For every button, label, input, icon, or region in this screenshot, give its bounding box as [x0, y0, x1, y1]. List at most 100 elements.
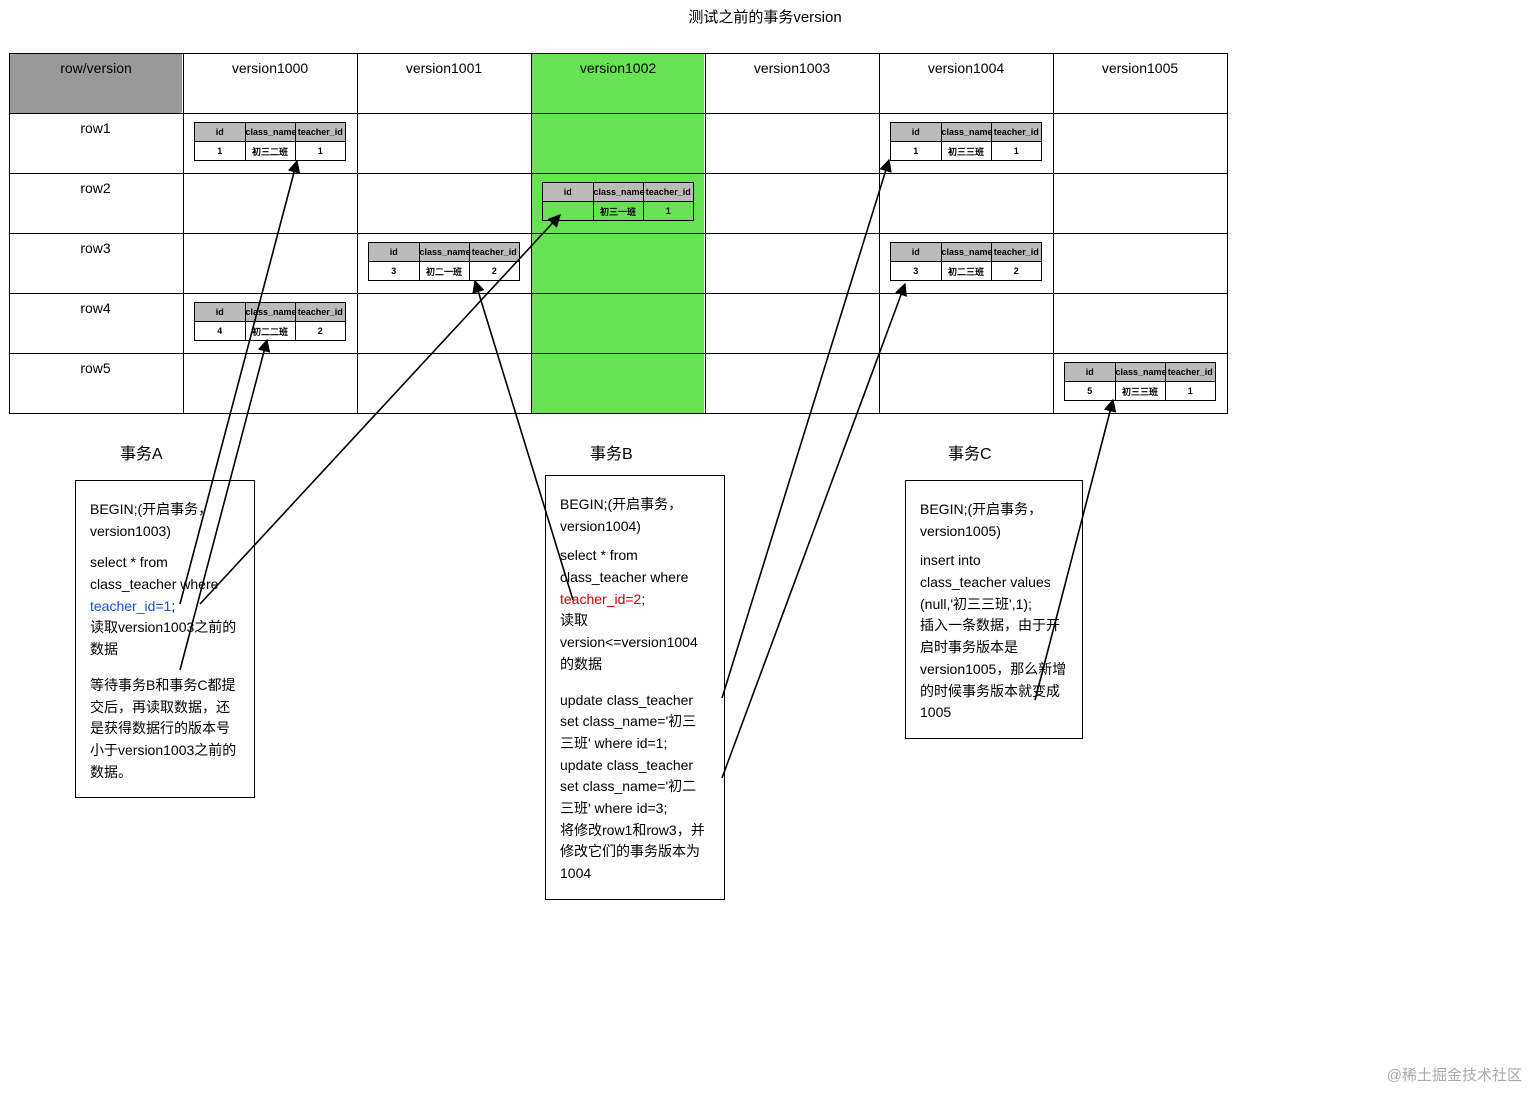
td: 1: [1165, 382, 1215, 401]
grid-line: [9, 353, 1227, 354]
th-teacherid: teacher_id: [991, 243, 1041, 262]
row-label-1: row1: [9, 120, 182, 136]
grid-line: [9, 413, 1227, 414]
tx-b-begin: BEGIN;(开启事务，version1004): [560, 494, 710, 537]
td: 2: [295, 322, 345, 341]
grid-line: [9, 53, 1227, 54]
grid-line: [357, 53, 358, 414]
td: 初二一班: [419, 262, 469, 281]
diagram-title: 测试之前的事务version: [0, 6, 1530, 27]
text-hl: teacher_id=1: [90, 598, 171, 614]
tx-c-label: 事务C: [948, 440, 992, 464]
td: 初三三班: [1115, 382, 1165, 401]
th-teacherid: teacher_id: [295, 123, 345, 142]
td: 1: [643, 202, 693, 221]
th-teacherid: teacher_id: [1165, 363, 1215, 382]
th-id: id: [543, 183, 593, 202]
grid-line: [9, 173, 1227, 174]
minitable-r4-v1000: id class_name teacher_id 4 初二二班 2: [194, 302, 346, 341]
minitable-r3-v1001: id class_name teacher_id 3 初二一班 2: [368, 242, 520, 281]
col-header-rowver: row/version: [9, 60, 183, 76]
td: 1: [295, 142, 345, 161]
th-teacherid: teacher_id: [295, 303, 345, 322]
tx-b-note: 将修改row1和row3，并修改它们的事务版本为1004: [560, 820, 710, 885]
text: ;: [171, 598, 175, 614]
td: 1: [195, 142, 245, 161]
tx-a-box: BEGIN;(开启事务，version1003) select * from c…: [75, 480, 255, 798]
th-id: id: [195, 303, 245, 322]
grid-line: [1227, 53, 1228, 414]
grid-line: [9, 113, 1227, 114]
grid-line: [531, 53, 532, 414]
th-teacherid: teacher_id: [643, 183, 693, 202]
tx-b-read: 读取version<=version1004的数据: [560, 610, 710, 675]
row-label-2: row2: [9, 180, 182, 196]
text-hl: teacher_id=2: [560, 591, 641, 607]
row-label-4: row4: [9, 300, 182, 316]
tx-a-select: select * from class_teacher where teache…: [90, 552, 240, 617]
th-classname: class_name: [245, 123, 295, 142]
col-header-v1001: version1001: [357, 60, 531, 76]
tx-b-box: BEGIN;(开启事务，version1004) select * from c…: [545, 475, 725, 900]
td: 初二二班: [245, 322, 295, 341]
tx-c-begin: BEGIN;(开启事务，version1005): [920, 499, 1068, 542]
th-id: id: [195, 123, 245, 142]
tx-b-upd2: update class_teacher set class_name='初二三…: [560, 755, 710, 820]
text: select * from class_teacher where: [90, 554, 218, 592]
td: 2: [991, 262, 1041, 281]
grid-line: [183, 53, 184, 414]
td: 初三三班: [941, 142, 991, 161]
td: 1: [891, 142, 941, 161]
grid-line: [1053, 53, 1054, 414]
grid-line: [9, 233, 1227, 234]
th-classname: class_name: [245, 303, 295, 322]
th-classname: class_name: [593, 183, 643, 202]
row-label-5: row5: [9, 360, 182, 376]
th-id: id: [891, 243, 941, 262]
minitable-r2-v1002: id class_name teacher_id 初三一班 1: [542, 182, 694, 221]
td: 初二三班: [941, 262, 991, 281]
td: 1: [991, 142, 1041, 161]
th-classname: class_name: [941, 123, 991, 142]
row-label-3: row3: [9, 240, 182, 256]
minitable-r1-v1004: id class_name teacher_id 1 初三三班 1: [890, 122, 1042, 161]
th-id: id: [369, 243, 419, 262]
tx-b-label: 事务B: [590, 440, 633, 464]
col-header-v1004: version1004: [879, 60, 1053, 76]
tx-a-begin: BEGIN;(开启事务，version1003): [90, 499, 240, 542]
grid-line: [879, 53, 880, 414]
th-id: id: [1065, 363, 1115, 382]
grid-line: [9, 293, 1227, 294]
tx-c-insert: insert into class_teacher values (null,'…: [920, 550, 1068, 615]
minitable-r3-v1004: id class_name teacher_id 3 初二三班 2: [890, 242, 1042, 281]
td: 4: [195, 322, 245, 341]
th-teacherid: teacher_id: [991, 123, 1041, 142]
tx-a-label: 事务A: [120, 440, 163, 464]
minitable-r1-v1000: id class_name teacher_id 1 初三二班 1: [194, 122, 346, 161]
td: 初三二班: [245, 142, 295, 161]
td: 3: [369, 262, 419, 281]
th-classname: class_name: [941, 243, 991, 262]
tx-c-box: BEGIN;(开启事务，version1005) insert into cla…: [905, 480, 1083, 739]
td: 5: [1065, 382, 1115, 401]
tx-b-upd1: update class_teacher set class_name='初三三…: [560, 690, 710, 755]
grid-line: [705, 53, 706, 414]
text: select * from class_teacher where: [560, 547, 688, 585]
tx-a-read: 读取version1003之前的数据: [90, 617, 240, 660]
col-header-v1000: version1000: [183, 60, 357, 76]
td: 3: [891, 262, 941, 281]
tx-b-select: select * from class_teacher where teache…: [560, 545, 710, 610]
watermark: @稀土掘金技术社区: [1387, 1064, 1522, 1085]
td: [543, 202, 593, 221]
th-id: id: [891, 123, 941, 142]
th-classname: class_name: [419, 243, 469, 262]
td: 初三一班: [593, 202, 643, 221]
td: 2: [469, 262, 519, 281]
tx-a-note: 等待事务B和事务C都提交后，再读取数据，还是获得数据行的版本号小于version…: [90, 675, 240, 783]
th-classname: class_name: [1115, 363, 1165, 382]
text: ;: [641, 591, 645, 607]
col-header-v1002: version1002: [531, 60, 705, 76]
col-header-v1005: version1005: [1053, 60, 1227, 76]
col-header-v1003: version1003: [705, 60, 879, 76]
tx-c-note: 插入一条数据，由于开启时事务版本是version1005，那么新增的时候事务版本…: [920, 615, 1068, 723]
